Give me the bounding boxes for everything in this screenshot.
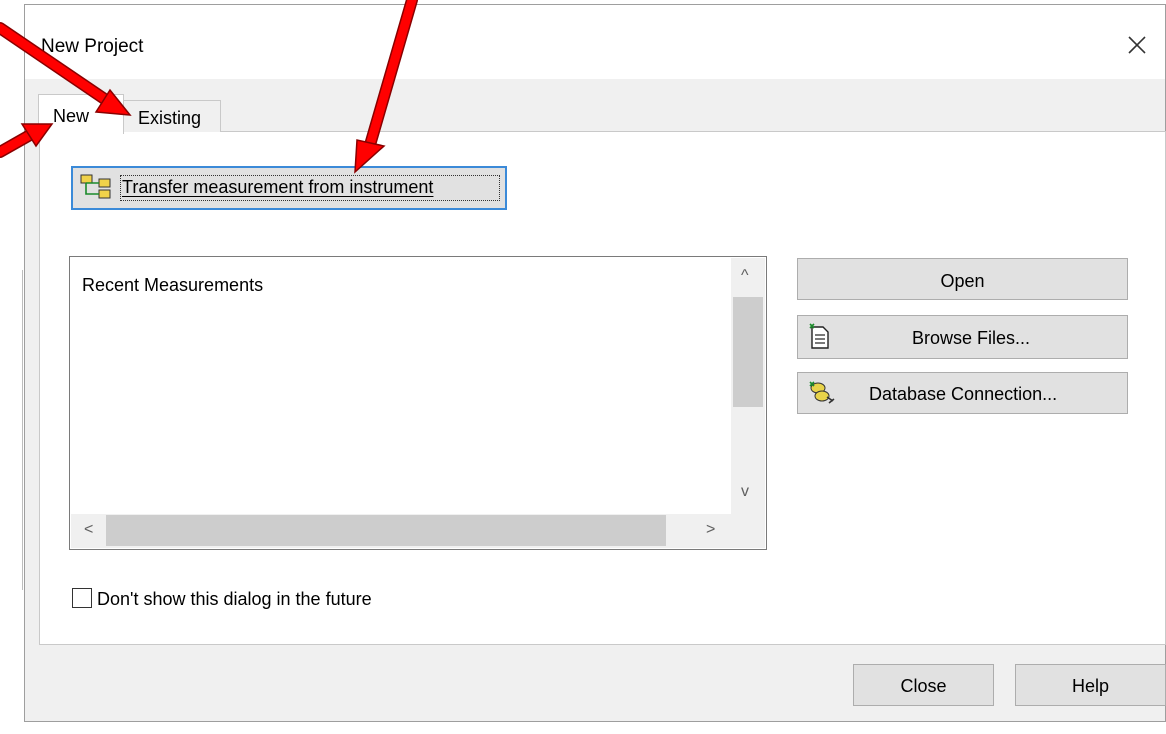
transfer-measurement-label: Transfer measurement from instrument <box>122 177 434 197</box>
database-plug-icon <box>809 381 835 404</box>
database-connection-label: Database Connection... <box>869 384 1058 404</box>
browse-files-label: Browse Files... <box>912 328 1031 348</box>
vertical-scroll-thumb[interactable] <box>733 297 763 407</box>
dialog-title: New Project <box>41 36 144 57</box>
scroll-down-arrow[interactable]: v <box>741 484 749 500</box>
close-icon[interactable] <box>1120 28 1154 62</box>
recent-measurements-header: Recent Measurements <box>82 275 264 295</box>
tab-existing-label: Existing <box>138 108 202 128</box>
background-window <box>0 0 24 734</box>
tab-new-label: New <box>53 106 90 126</box>
open-button-label: Open <box>940 271 985 291</box>
dont-show-checkbox[interactable] <box>72 588 92 608</box>
close-button-label: Close <box>900 676 947 696</box>
recent-measurements-list[interactable] <box>69 256 767 550</box>
tab-existing[interactable]: Existing <box>123 100 221 132</box>
title-bar <box>25 5 1165 79</box>
scroll-left-arrow[interactable]: < <box>84 522 93 538</box>
horizontal-scroll-thumb[interactable] <box>106 515 666 546</box>
tab-new[interactable]: New <box>38 94 124 134</box>
dont-show-label: Don't show this dialog in the future <box>97 589 372 609</box>
help-button-label: Help <box>1071 676 1110 696</box>
scroll-right-arrow[interactable]: > <box>706 522 715 538</box>
instrument-tree-icon <box>80 174 111 199</box>
scroll-up-arrow[interactable]: ^ <box>741 268 749 284</box>
background-window-edge <box>22 270 23 590</box>
document-icon <box>809 323 829 349</box>
